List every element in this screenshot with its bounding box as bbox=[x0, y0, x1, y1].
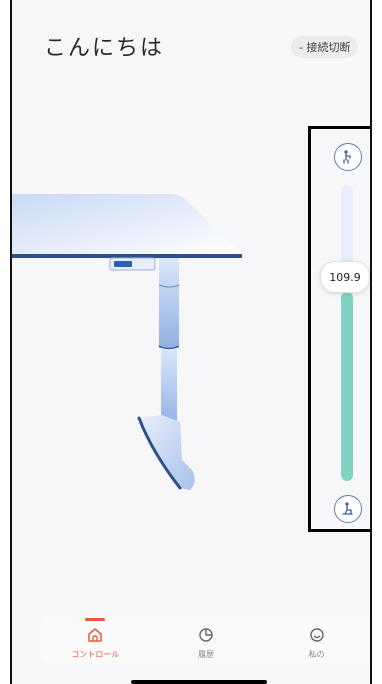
height-slider-fill bbox=[341, 291, 353, 481]
tab-control-label: コントロール bbox=[71, 650, 120, 659]
greeting-title: こんにちは bbox=[44, 36, 165, 61]
home-icon bbox=[88, 628, 103, 642]
stand-preset-button[interactable] bbox=[334, 143, 362, 171]
height-readout: 109.9 bbox=[320, 261, 370, 293]
home-indicator-bar bbox=[131, 680, 267, 684]
tab-history-label: 履歴 bbox=[197, 650, 214, 659]
tab-profile-label: 私の bbox=[308, 650, 325, 659]
app-screen: こんにちは - 接続切断 109.9 コントロール 履歴 私の bbox=[10, 0, 372, 684]
tab-history[interactable]: 履歴 bbox=[166, 618, 246, 660]
smiley-icon bbox=[309, 628, 324, 642]
tab-control[interactable]: コントロール bbox=[55, 618, 135, 660]
pie-chart-icon bbox=[199, 628, 213, 642]
height-control-panel: 109.9 bbox=[308, 126, 370, 532]
active-tab-indicator bbox=[85, 618, 106, 621]
height-slider[interactable] bbox=[341, 185, 353, 481]
sitting-person-icon bbox=[342, 502, 353, 515]
tab-profile[interactable]: 私の bbox=[277, 618, 357, 660]
bottom-tab-bar: コントロール 履歴 私の bbox=[40, 618, 370, 664]
standing-person-icon bbox=[343, 150, 351, 164]
disconnect-button[interactable]: - 接続切断 bbox=[291, 36, 359, 58]
sit-preset-button[interactable] bbox=[334, 495, 362, 523]
desk-illustration bbox=[12, 194, 242, 490]
